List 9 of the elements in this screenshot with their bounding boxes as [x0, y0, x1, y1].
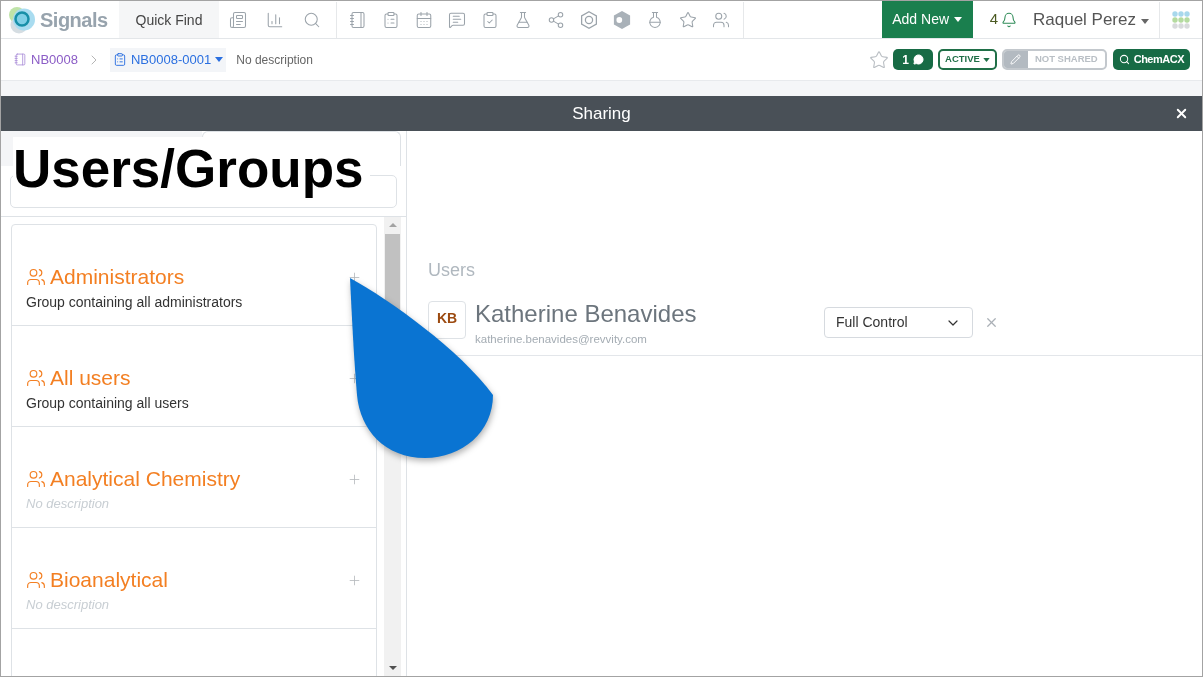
user-name: Katherine Benavides: [475, 301, 698, 327]
users-heading: Users: [427, 259, 476, 281]
user-email: katherine.benavides@revvity.com: [475, 332, 648, 346]
group-description: Group containing all users: [26, 395, 189, 411]
dialog-title: Sharing: [572, 102, 631, 125]
group-description: Group containing all administrators: [26, 294, 243, 310]
logo-text: Signals: [40, 7, 108, 33]
experiment-description: No description: [236, 51, 313, 69]
annotation-tooltip: Users/Groups: [13, 137, 370, 198]
